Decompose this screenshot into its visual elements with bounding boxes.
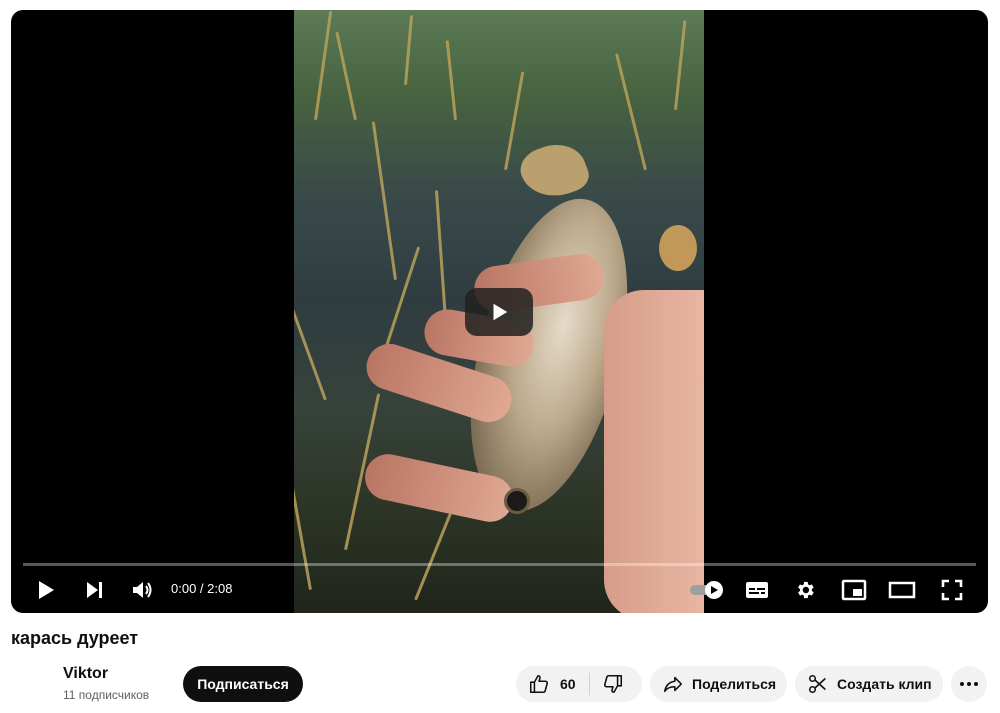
- player-controls: 0:00 / 2:08: [11, 568, 988, 612]
- video-title: карась дуреет: [11, 628, 139, 648]
- autoplay-toggle[interactable]: [687, 568, 727, 612]
- channel-name[interactable]: Viktor: [63, 665, 108, 683]
- volume-button[interactable]: [127, 568, 157, 612]
- like-divider: [589, 673, 590, 695]
- create-clip-button[interactable]: Создать клип: [795, 666, 943, 702]
- more-horizontal-icon: [960, 682, 978, 686]
- create-clip-label: Создать клип: [837, 676, 932, 692]
- share-label: Поделиться: [692, 676, 777, 692]
- fish-tail: [515, 135, 593, 207]
- subtitles-icon: [746, 582, 768, 598]
- next-icon: [87, 582, 102, 598]
- miniplayer-button[interactable]: [837, 568, 871, 612]
- fullscreen-button[interactable]: [935, 568, 969, 612]
- dislike-button[interactable]: [602, 666, 624, 702]
- thumbs-down-icon: [603, 674, 623, 694]
- fish-eye: [504, 488, 530, 514]
- like-count: 60: [560, 676, 576, 692]
- large-play-button[interactable]: [465, 288, 533, 336]
- share-icon: [663, 676, 683, 693]
- theater-mode-icon: [888, 581, 916, 599]
- subscribe-button[interactable]: Подписаться: [183, 666, 303, 702]
- settings-button[interactable]: [789, 568, 821, 612]
- theater-mode-button[interactable]: [885, 568, 919, 612]
- volume-icon: [133, 582, 152, 598]
- miniplayer-icon: [841, 579, 867, 601]
- scissors-icon: [808, 674, 826, 694]
- progress-bar[interactable]: [23, 563, 976, 566]
- fish-fin: [659, 225, 697, 271]
- like-dislike-group: 60: [516, 666, 642, 702]
- avatar[interactable]: [14, 662, 54, 702]
- subtitles-button[interactable]: [741, 568, 773, 612]
- next-button[interactable]: [79, 568, 109, 612]
- play-button[interactable]: [31, 568, 61, 612]
- autoplay-toggle-icon: [690, 581, 723, 599]
- like-button[interactable]: 60: [516, 666, 576, 702]
- video-player[interactable]: 0:00 / 2:08: [11, 10, 988, 613]
- play-icon: [493, 303, 508, 321]
- thumbs-up-icon: [529, 674, 549, 694]
- subscriber-count: 11 подписчиков: [63, 688, 150, 702]
- share-button[interactable]: Поделиться: [650, 666, 787, 702]
- gear-icon: [798, 581, 814, 599]
- fullscreen-icon: [941, 579, 963, 601]
- play-icon: [39, 581, 54, 599]
- time-display: 0:00 / 2:08: [171, 581, 233, 596]
- more-actions-button[interactable]: [951, 666, 987, 702]
